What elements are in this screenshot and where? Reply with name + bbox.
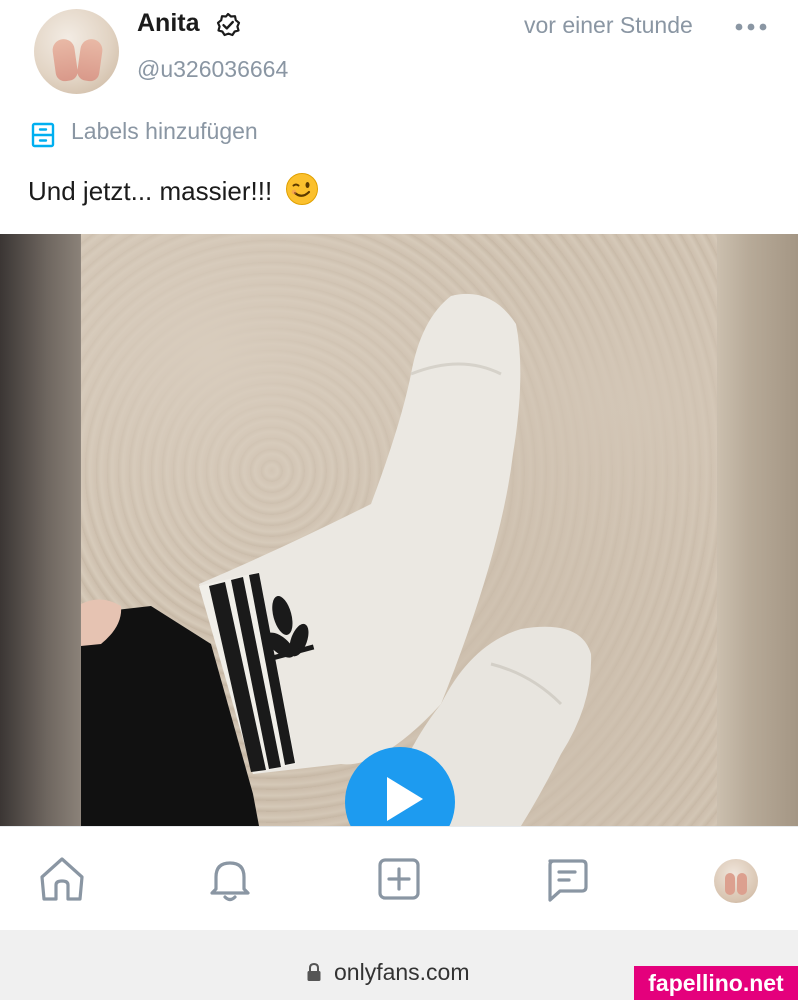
play-icon [387,777,423,821]
label-icon [31,122,55,148]
post-header: Anita @u326036664 vor einer Stunde [0,0,798,110]
video-thumbnail[interactable] [81,234,717,826]
avatar-foot-right [76,37,104,83]
verified-badge-icon [216,12,241,37]
url-text: onlyfans.com [334,959,470,985]
author-avatar[interactable] [34,9,119,94]
profile-avatar[interactable] [714,859,758,903]
lock-icon [307,962,321,981]
caption-text: Und jetzt... massier!!! [28,176,273,206]
media-blur-right [717,234,798,826]
avatar-foot-left [51,37,79,83]
nav-avatar-foot-right [737,873,747,895]
post-timestamp[interactable]: vor einer Stunde [524,12,693,39]
post-caption: Und jetzt... massier!!! [28,172,319,207]
post-media[interactable] [0,234,798,826]
video-scene [81,293,592,826]
author-handle[interactable]: @u326036664 [137,56,288,83]
home-icon[interactable] [36,853,88,905]
bell-icon[interactable] [204,853,256,905]
add-square-icon[interactable] [373,853,425,905]
more-horizontal-icon[interactable] [734,20,768,34]
chat-icon[interactable] [540,853,592,905]
bottom-nav [0,826,798,931]
add-labels-label: Labels hinzufügen [71,118,258,144]
winking-face-emoji [286,173,319,205]
nav-avatar-foot-left [725,873,735,895]
watermark: fapellino.net [634,966,798,1000]
author-name[interactable]: Anita [137,9,200,38]
